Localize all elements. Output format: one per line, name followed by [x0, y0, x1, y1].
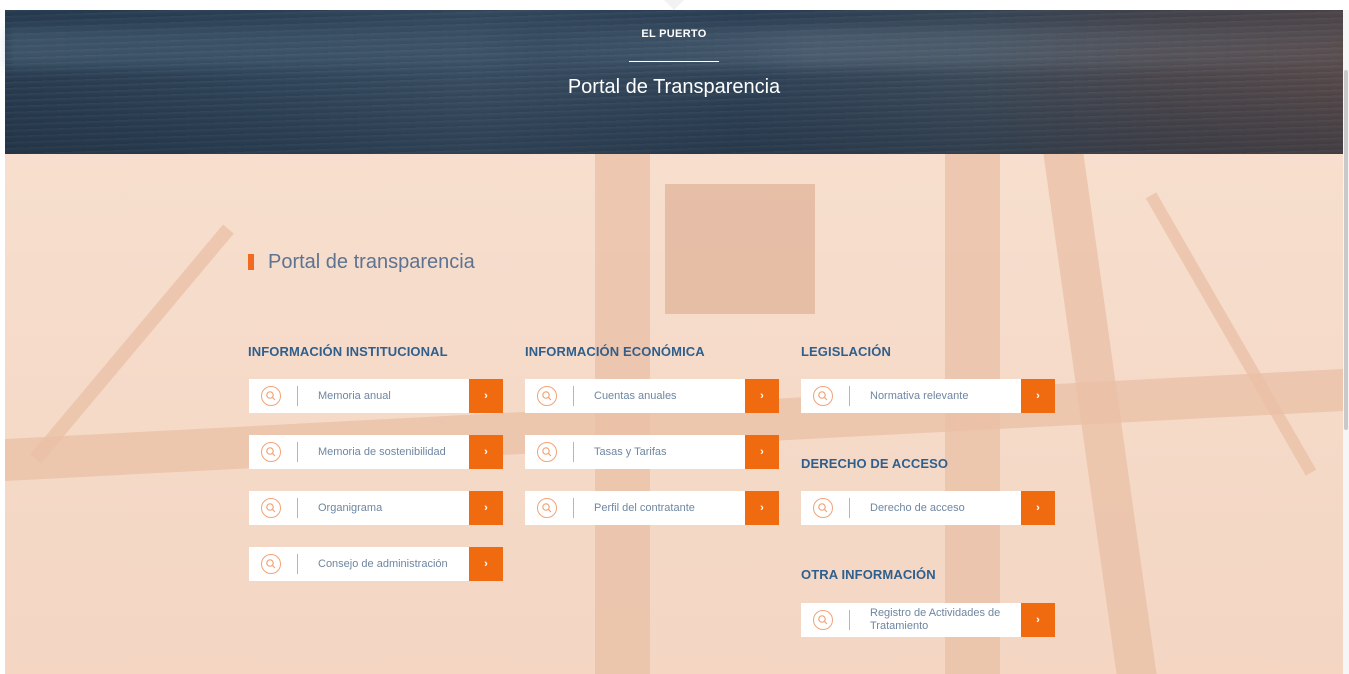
chevron-right-icon[interactable]: ›: [469, 379, 503, 413]
search-icon: [261, 554, 281, 574]
scrollbar-thumb[interactable]: [1344, 70, 1348, 430]
link-label: Registro de Actividades de Tratamiento: [870, 607, 1001, 632]
section-title: Portal de transparencia: [248, 250, 475, 274]
crane-arm: [30, 224, 234, 464]
search-icon: [813, 610, 833, 630]
top-notch: [664, 0, 684, 10]
link-memoria-anual[interactable]: Memoria anual ›: [249, 379, 503, 413]
link-derecho-acceso[interactable]: Derecho de acceso ›: [801, 491, 1055, 525]
heading-derecho-acceso: DERECHO DE ACCESO: [801, 456, 949, 471]
link-tasas-tarifas[interactable]: Tasas y Tarifas ›: [525, 435, 779, 469]
crane-arm-right: [1145, 192, 1317, 476]
link-label: Cuentas anuales: [594, 389, 677, 402]
search-icon: [261, 442, 281, 462]
link-consejo-administracion[interactable]: Consejo de administración ›: [249, 547, 503, 581]
search-icon: [537, 498, 557, 518]
link-label: Memoria de sostenibilidad: [318, 445, 446, 458]
search-icon: [537, 386, 557, 406]
search-icon: [813, 386, 833, 406]
link-label: Memoria anual: [318, 389, 391, 402]
chevron-right-icon[interactable]: ›: [1021, 603, 1055, 637]
hero-kicker: EL PUERTO: [641, 28, 707, 40]
page-title: Portal de Transparencia: [567, 76, 781, 98]
search-icon: [813, 498, 833, 518]
content-area: [5, 154, 1343, 674]
crane-cabin: [665, 184, 815, 314]
search-icon: [537, 442, 557, 462]
heading-legislacion: LEGISLACIÓN: [801, 344, 891, 359]
link-label: Organigrama: [318, 501, 383, 514]
crane-tower-right: [945, 154, 1000, 674]
heading-informacion-economica: INFORMACIÓN ECONÓMICA: [525, 344, 705, 359]
chevron-right-icon[interactable]: ›: [745, 379, 779, 413]
chevron-right-icon[interactable]: ›: [745, 435, 779, 469]
hero-banner: EL PUERTO Portal de Transparencia: [5, 10, 1343, 154]
link-label: Normativa relevante: [870, 389, 969, 402]
chevron-right-icon[interactable]: ›: [1021, 379, 1055, 413]
link-label: Perfil del contratante: [594, 501, 695, 514]
link-memoria-sostenibilidad[interactable]: Memoria de sostenibilidad ›: [249, 435, 503, 469]
search-icon: [261, 498, 281, 518]
link-normativa-relevante[interactable]: Normativa relevante ›: [801, 379, 1055, 413]
link-label: Tasas y Tarifas: [594, 445, 667, 458]
section-marker: [248, 254, 254, 270]
chevron-right-icon[interactable]: ›: [745, 491, 779, 525]
heading-informacion-institucional: INFORMACIÓN INSTITUCIONAL: [248, 344, 448, 359]
chevron-right-icon[interactable]: ›: [469, 547, 503, 581]
chevron-right-icon[interactable]: ›: [469, 491, 503, 525]
chevron-right-icon[interactable]: ›: [469, 435, 503, 469]
link-registro-actividades[interactable]: Registro de Actividades de Tratamiento ›: [801, 603, 1055, 637]
chevron-right-icon[interactable]: ›: [1021, 491, 1055, 525]
section-title-text: Portal de transparencia: [268, 250, 475, 273]
link-label: Derecho de acceso: [870, 501, 965, 514]
link-cuentas-anuales[interactable]: Cuentas anuales ›: [525, 379, 779, 413]
hero-divider: [629, 61, 719, 62]
crane-tower-left: [595, 154, 650, 674]
link-label: Consejo de administración: [318, 557, 448, 570]
link-perfil-contratante[interactable]: Perfil del contratante ›: [525, 491, 779, 525]
heading-otra-informacion: OTRA INFORMACIÓN: [801, 567, 936, 582]
search-icon: [261, 386, 281, 406]
link-organigrama[interactable]: Organigrama ›: [249, 491, 503, 525]
